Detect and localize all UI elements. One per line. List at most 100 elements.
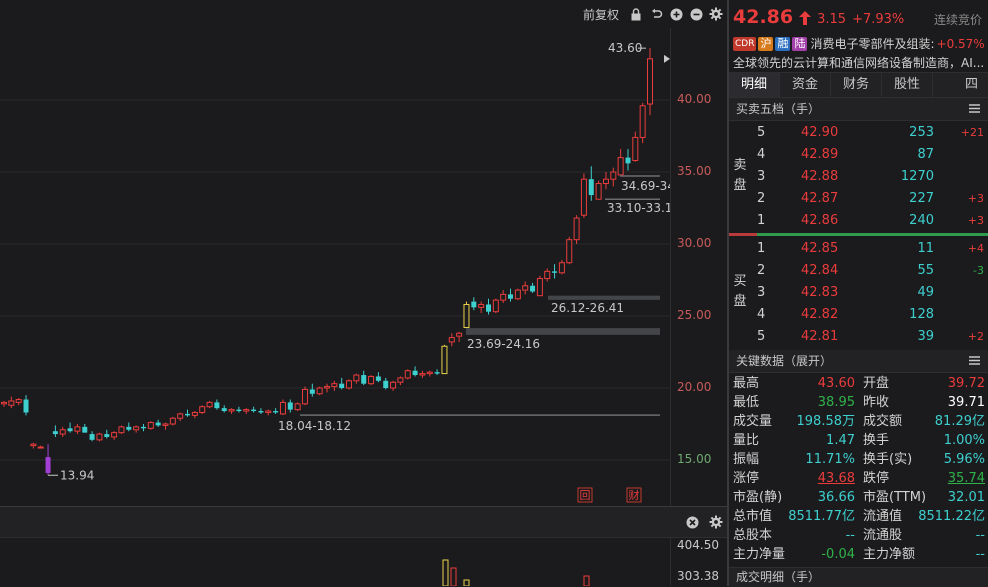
candle-body[interactable]	[434, 372, 440, 374]
candle-body[interactable]	[508, 294, 514, 299]
candle-body[interactable]	[471, 301, 477, 308]
bids-row[interactable]: 4 42.82 128	[753, 304, 988, 326]
candle-body[interactable]	[353, 374, 360, 382]
candle-body[interactable]	[82, 426, 88, 433]
candle-body[interactable]	[37, 446, 44, 449]
candle-body[interactable]	[486, 304, 491, 312]
candle-body[interactable]	[339, 383, 345, 388]
candle-body[interactable]	[397, 377, 404, 383]
menu-icon[interactable]	[969, 356, 980, 365]
candle-body[interactable]	[573, 217, 580, 241]
candle-body[interactable]	[118, 426, 125, 434]
candle-body[interactable]	[214, 402, 220, 409]
bids-row[interactable]: 1 42.85 11 +4	[753, 238, 988, 260]
volume-plot[interactable]	[0, 538, 670, 586]
zoom-in-icon[interactable]	[669, 7, 683, 21]
candle-body[interactable]	[74, 426, 81, 432]
candle-body[interactable]	[45, 457, 51, 473]
candle-body[interactable]	[368, 375, 375, 385]
candle-body[interactable]	[162, 423, 169, 426]
candle-body[interactable]	[463, 303, 470, 329]
bids-row[interactable]: 3 42.83 49	[753, 282, 988, 304]
candle-body[interactable]	[390, 381, 397, 389]
candle-body[interactable]	[552, 271, 558, 273]
candle-body[interactable]	[243, 409, 250, 412]
candle-body[interactable]	[383, 380, 389, 388]
candle-body[interactable]	[404, 370, 411, 379]
candle-body[interactable]	[426, 371, 433, 375]
candle-body[interactable]	[632, 136, 639, 161]
candle-body[interactable]	[588, 179, 594, 196]
candle-body[interactable]	[558, 262, 565, 274]
candle-body[interactable]	[316, 387, 323, 395]
candle-body[interactable]	[419, 373, 426, 376]
candle-body[interactable]	[1, 401, 7, 405]
candle-body[interactable]	[221, 408, 227, 412]
tab-funds[interactable]: 资金	[780, 73, 831, 97]
candle-body[interactable]	[265, 410, 272, 413]
candle-body[interactable]	[544, 270, 551, 280]
candle-body[interactable]	[185, 413, 191, 416]
tag-connect[interactable]: 陆	[792, 36, 808, 51]
candle-body[interactable]	[67, 428, 73, 432]
asks-row[interactable]: 4 42.89 87	[753, 144, 988, 166]
candle-body[interactable]	[236, 409, 242, 412]
lock-icon[interactable]	[629, 7, 643, 21]
candle-body[interactable]	[647, 58, 653, 105]
candle-body[interactable]	[287, 402, 293, 410]
sector-name[interactable]: 消费电子零部件及组装:	[810, 35, 934, 52]
candle-body[interactable]	[155, 422, 161, 426]
candle-body[interactable]	[441, 345, 448, 375]
zoom-out-icon[interactable]	[689, 7, 703, 21]
candle-body[interactable]	[258, 411, 264, 413]
candle-body[interactable]	[199, 406, 206, 413]
asks-row[interactable]: 1 42.86 240 +3	[753, 210, 988, 232]
candle-body[interactable]	[375, 376, 381, 381]
candle-body[interactable]	[15, 399, 22, 403]
candle-body[interactable]	[500, 293, 507, 301]
candle-body[interactable]	[530, 285, 536, 292]
kline-chart-area[interactable]: 前复权 43.60 34.69-34.72 33.10-33.11 26.12-26.…	[0, 0, 727, 586]
undo-icon[interactable]	[649, 7, 663, 21]
candle-body[interactable]	[273, 411, 279, 413]
tag-cdr[interactable]: CDR	[733, 36, 757, 51]
asks-row[interactable]: 3 42.88 1270	[753, 166, 988, 188]
candle-body[interactable]	[514, 289, 521, 300]
tab-character[interactable]: 股性	[882, 73, 933, 97]
tab-detail[interactable]: 明细	[729, 73, 780, 97]
candle-body[interactable]	[279, 401, 286, 415]
candle-body[interactable]	[206, 401, 213, 408]
candle-body[interactable]	[346, 380, 353, 389]
candle-body[interactable]	[104, 434, 110, 437]
candle-body[interactable]	[456, 332, 463, 337]
close-panel-icon[interactable]	[686, 516, 699, 532]
candle-body[interactable]	[309, 389, 315, 394]
candle-body[interactable]	[89, 434, 95, 440]
candle-body[interactable]	[566, 239, 573, 264]
adjust-mode-button[interactable]: 前复权	[583, 6, 619, 23]
tag-margin[interactable]: 融	[775, 36, 791, 51]
candle-body[interactable]	[610, 171, 617, 180]
candle-body[interactable]	[492, 299, 499, 313]
candlestick-plot[interactable]: 43.60 34.69-34.72 33.10-33.11 26.12-26.41 23…	[0, 28, 670, 506]
candle-body[interactable]	[96, 433, 103, 441]
candle-body[interactable]	[52, 431, 58, 435]
candle-body[interactable]	[111, 432, 118, 438]
candle-body[interactable]	[59, 429, 66, 435]
candle-body[interactable]	[617, 157, 624, 176]
candle-body[interactable]	[191, 411, 198, 416]
key-data-header[interactable]: 关键数据（展开）	[729, 350, 988, 373]
candle-body[interactable]	[602, 178, 609, 185]
candle-body[interactable]	[147, 422, 154, 429]
candle-body[interactable]	[23, 399, 29, 413]
candle-body[interactable]	[30, 443, 37, 447]
candle-body[interactable]	[177, 413, 184, 419]
orderbook-header[interactable]: 买卖五档（手）	[729, 98, 988, 121]
candle-body[interactable]	[412, 370, 418, 376]
asks-row[interactable]: 5 42.90 253 +21	[753, 122, 988, 144]
volume-settings-gear-icon[interactable]	[709, 515, 723, 532]
bids-row[interactable]: 5 42.81 39 +2	[753, 326, 988, 348]
company-description[interactable]: 全球领先的云计算和通信网络设备制造商，AI...	[733, 54, 985, 71]
candle-body[interactable]	[536, 278, 543, 297]
candle-body[interactable]	[294, 403, 301, 411]
